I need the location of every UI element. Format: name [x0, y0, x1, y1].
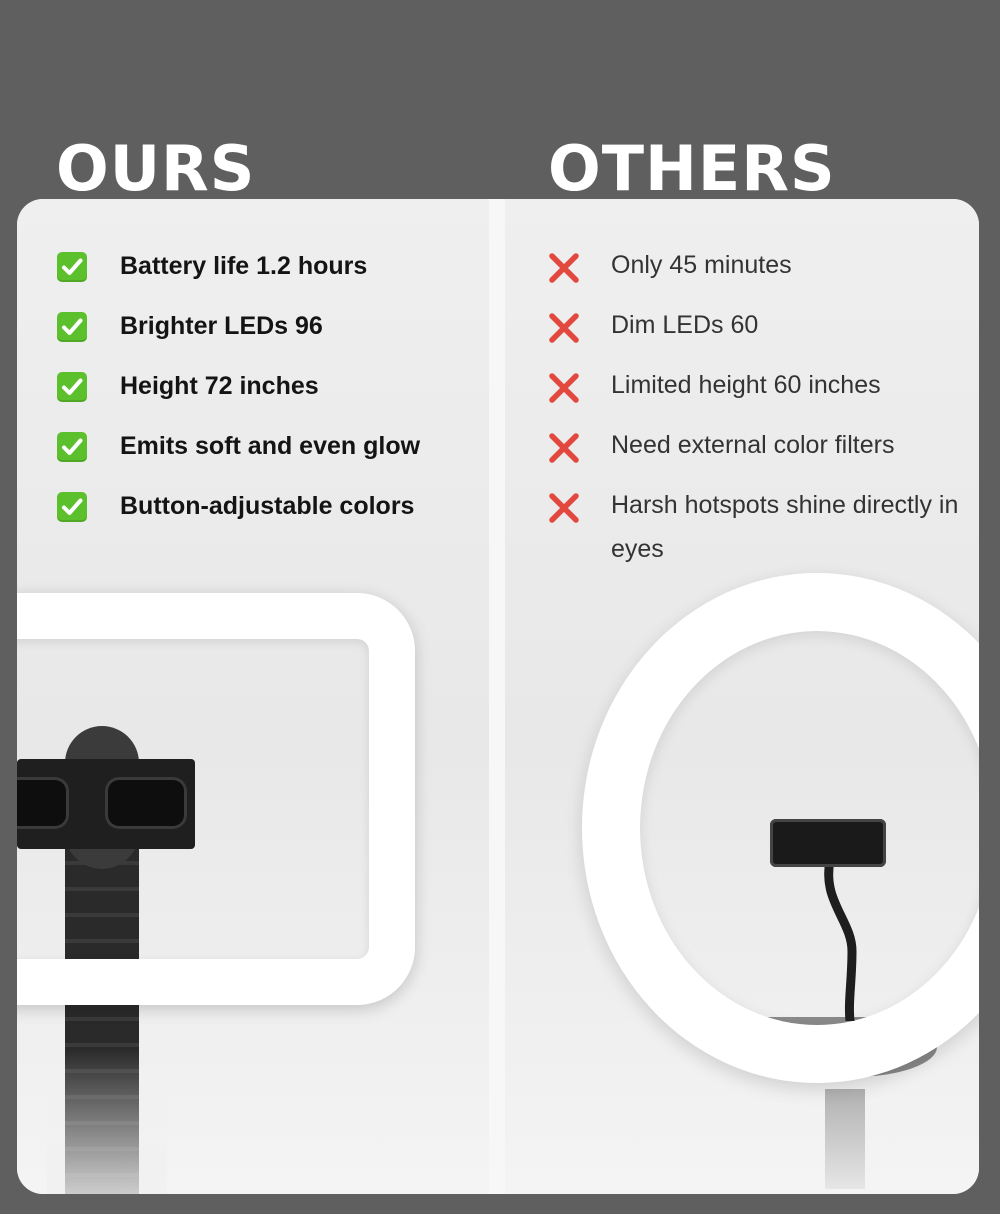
ours-item-text: Brighter LEDs 96 [120, 312, 323, 340]
cross-mark-icon [547, 491, 581, 525]
others-phone-holder [770, 819, 886, 867]
others-ring-stand [825, 1089, 865, 1189]
others-heading: OTHERS [548, 132, 836, 205]
others-item-text: Dim LEDs 60 [611, 311, 759, 339]
others-item-text: Limited height 60 inches [611, 371, 881, 399]
check-mark-icon [57, 372, 87, 402]
others-item-text: Need external color filters [611, 431, 895, 459]
ours-item-text: Emits soft and even glow [120, 432, 421, 460]
cross-mark-icon [547, 251, 581, 285]
cross-mark-icon [547, 311, 581, 345]
cross-mark-icon [547, 371, 581, 405]
others-gooseneck-arm [824, 861, 857, 1021]
ours-item-text: Button-adjustable colors [120, 492, 415, 520]
check-mark-icon [57, 252, 87, 282]
check-mark-icon [57, 432, 87, 462]
ours-item-text: Height 72 inches [120, 372, 319, 400]
check-mark-icon [57, 492, 87, 522]
ours-item-text: Battery life 1.2 hours [120, 252, 368, 280]
column-divider [489, 199, 505, 1194]
ours-clamp-pad [105, 777, 187, 829]
cross-mark-icon [547, 431, 581, 465]
check-mark-icon [57, 312, 87, 342]
ours-heading: OURS [56, 132, 256, 205]
comparison-card: Battery life 1.2 hours Brighter LEDs 96 … [17, 199, 979, 1194]
ours-stand-fade [47, 1049, 167, 1194]
others-item-text: Only 45 minutes [611, 251, 792, 279]
others-item-text: Harsh hotspots shine directly in eyes [611, 491, 959, 563]
ours-clamp-pad [17, 777, 69, 829]
